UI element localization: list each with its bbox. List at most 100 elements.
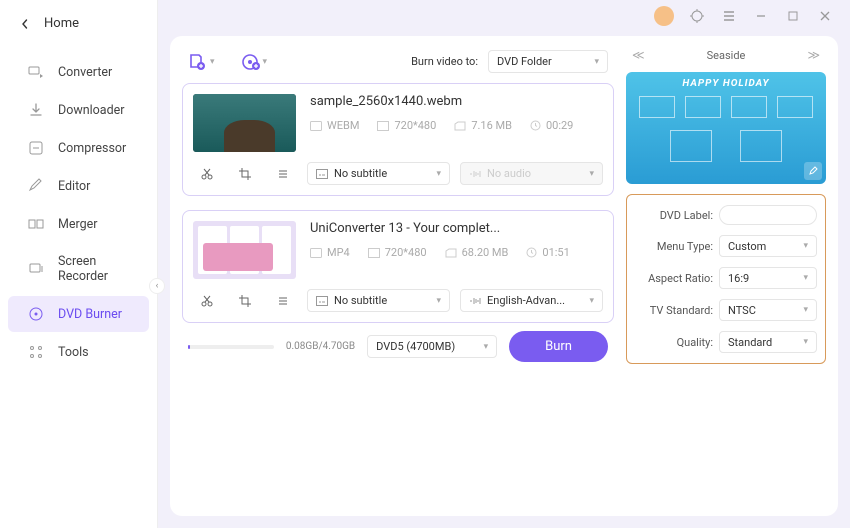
theme-name: Seaside	[707, 49, 746, 62]
subtitle-value: No subtitle	[334, 294, 430, 307]
sidebar-item-tools[interactable]: Tools	[8, 334, 149, 370]
downloader-icon	[28, 102, 44, 118]
theme-preview[interactable]: HAPPY HOLIDAY	[626, 72, 826, 184]
chevron-down-icon: ▾	[210, 57, 215, 67]
left-column: ▾ ▾ Burn video to: DVD Folder ▾	[182, 48, 614, 504]
aspect-ratio-label: Aspect Ratio:	[635, 272, 713, 285]
audio-value: English-Advan...	[487, 294, 583, 307]
burn-button[interactable]: Burn	[509, 331, 608, 362]
chevron-down-icon: ▾	[589, 169, 594, 179]
dvd-label-label: DVD Label:	[635, 209, 713, 222]
menu-icon[interactable]	[720, 7, 738, 25]
add-disc-button[interactable]: ▾	[241, 53, 268, 71]
audio-select: No audio ▾	[460, 162, 603, 185]
video-thumbnail[interactable]	[193, 221, 296, 279]
dvd-settings: DVD Label: Menu Type: Custom▾ Aspect Rat…	[626, 194, 826, 364]
chevron-down-icon: ▾	[436, 169, 441, 179]
quality-select[interactable]: Standard▾	[719, 331, 817, 353]
sidebar-item-screen-recorder[interactable]: Screen Recorder	[8, 244, 149, 294]
duration-value: 00:29	[546, 119, 573, 132]
converter-icon	[28, 64, 44, 80]
edit-theme-button[interactable]	[804, 162, 822, 180]
subtitle-value: No subtitle	[334, 167, 430, 180]
quality-label: Quality:	[635, 336, 713, 349]
nav-label: Downloader	[58, 103, 125, 118]
subtitle-select[interactable]: No subtitle ▾	[307, 289, 450, 312]
add-file-button[interactable]: ▾	[188, 53, 215, 71]
sidebar: Home Converter Downloader Compressor Edi…	[0, 0, 158, 528]
more-button[interactable]	[269, 290, 297, 312]
resolution-icon	[377, 121, 389, 131]
trim-button[interactable]	[193, 290, 221, 312]
toolbar: ▾ ▾ Burn video to: DVD Folder ▾	[182, 48, 614, 83]
nav-list: Converter Downloader Compressor Editor M…	[0, 47, 157, 377]
merger-icon	[28, 216, 44, 232]
menu-type-label: Menu Type:	[635, 240, 713, 253]
nav-label: Editor	[58, 179, 90, 194]
subtitle-select[interactable]: No subtitle ▾	[307, 162, 450, 185]
back-icon	[20, 19, 30, 29]
subtitle-icon	[316, 169, 328, 179]
disc-size-value: DVD5 (4700MB)	[376, 340, 455, 353]
nav-label: Screen Recorder	[58, 254, 129, 284]
tools-icon	[28, 344, 44, 360]
crop-button[interactable]	[231, 163, 259, 185]
size-icon	[445, 248, 457, 258]
editor-icon	[28, 178, 44, 194]
video-card: sample_2560x1440.webm WEBM 720*480 7.16 …	[182, 83, 614, 196]
sidebar-item-downloader[interactable]: Downloader	[8, 92, 149, 128]
dvd-icon	[28, 306, 44, 322]
aspect-ratio-select[interactable]: 16:9▾	[719, 267, 817, 289]
audio-value: No audio	[487, 167, 583, 180]
bottom-bar: 0.08GB/4.70GB DVD5 (4700MB) ▾ Burn	[182, 323, 614, 362]
chevron-down-icon: ▾	[589, 296, 594, 306]
size-value: 7.16 MB	[471, 119, 512, 132]
video-meta: WEBM 720*480 7.16 MB 00:29	[310, 119, 603, 132]
sidebar-item-editor[interactable]: Editor	[8, 168, 149, 204]
maximize-button[interactable]	[784, 7, 802, 25]
tv-standard-label: TV Standard:	[635, 304, 713, 317]
home-label: Home	[44, 16, 79, 31]
sidebar-item-compressor[interactable]: Compressor	[8, 130, 149, 166]
sidebar-item-merger[interactable]: Merger	[8, 206, 149, 242]
avatar[interactable]	[654, 6, 674, 26]
nav-label: Merger	[58, 217, 98, 232]
resolution-value: 720*480	[385, 246, 427, 259]
clock-icon	[526, 247, 537, 258]
video-thumbnail[interactable]	[193, 94, 296, 152]
more-button[interactable]	[269, 163, 297, 185]
sidebar-item-converter[interactable]: Converter	[8, 54, 149, 90]
titlebar	[158, 0, 850, 32]
video-card: UniConverter 13 - Your complet... MP4 72…	[182, 210, 614, 323]
clock-icon	[530, 120, 541, 131]
burn-to-value: DVD Folder	[497, 55, 552, 68]
next-theme-button[interactable]: ≫	[807, 48, 820, 62]
chevron-down-icon: ▾	[484, 342, 489, 352]
sidebar-item-dvd-burner[interactable]: DVD Burner	[8, 296, 149, 332]
duration-value: 01:51	[542, 246, 569, 259]
size-progress	[188, 345, 274, 349]
support-icon[interactable]	[688, 7, 706, 25]
collapse-sidebar-button[interactable]: ‹	[149, 278, 165, 294]
home-button[interactable]: Home	[0, 0, 157, 47]
format-icon	[310, 121, 322, 131]
audio-select[interactable]: English-Advan... ▾	[460, 289, 603, 312]
theme-nav: ≪ Seaside ≫	[626, 48, 826, 62]
tv-standard-select[interactable]: NTSC▾	[719, 299, 817, 321]
nav-label: Converter	[58, 65, 112, 80]
chevron-down-icon: ▾	[594, 57, 599, 67]
burn-to-select[interactable]: DVD Folder ▾	[488, 50, 608, 73]
video-title: sample_2560x1440.webm	[310, 94, 603, 109]
minimize-button[interactable]	[752, 7, 770, 25]
disc-size-select[interactable]: DVD5 (4700MB) ▾	[367, 335, 497, 358]
main-area: ▾ ▾ Burn video to: DVD Folder ▾	[158, 0, 850, 528]
trim-button[interactable]	[193, 163, 221, 185]
burn-to-row: Burn video to: DVD Folder ▾	[411, 50, 608, 73]
prev-theme-button[interactable]: ≪	[632, 48, 645, 62]
close-button[interactable]	[816, 7, 834, 25]
menu-type-select[interactable]: Custom▾	[719, 235, 817, 257]
chevron-down-icon: ▾	[436, 296, 441, 306]
dvd-label-input[interactable]	[719, 205, 817, 225]
crop-button[interactable]	[231, 290, 259, 312]
format-icon	[310, 248, 322, 258]
